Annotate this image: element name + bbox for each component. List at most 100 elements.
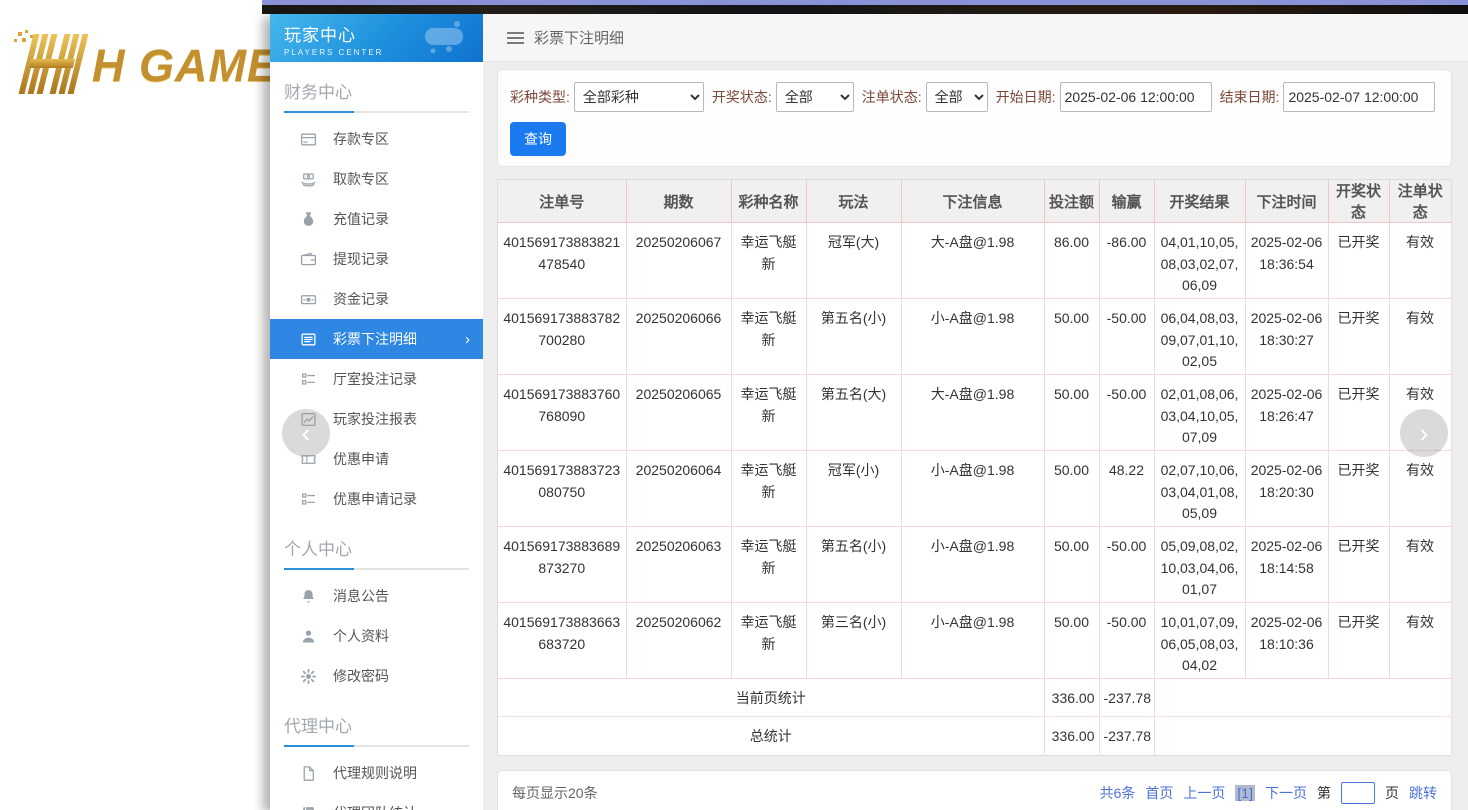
summary-row: 当前页统计336.00-237.78	[498, 679, 1451, 717]
sidebar-item-label: 取款专区	[333, 169, 389, 189]
table-cell: 20250206062	[626, 603, 731, 679]
jump-suffix: 页	[1385, 783, 1399, 803]
column-header: 彩种名称	[731, 180, 806, 223]
deposit-card-icon	[300, 131, 317, 148]
sidebar-item-label: 玩家投注报表	[333, 409, 417, 429]
table-cell: 小-A盘@1.98	[901, 527, 1044, 603]
table-cell: 大-A盘@1.98	[901, 375, 1044, 451]
start-date-input[interactable]	[1060, 82, 1212, 112]
topbar: 彩票下注明细	[483, 14, 1468, 62]
table-summary: 当前页统计336.00-237.78总统计336.00-237.78	[498, 679, 1451, 755]
sidebar-item[interactable]: 优惠申请记录	[270, 479, 483, 519]
draw-status-select[interactable]: 全部	[776, 82, 854, 112]
sidebar-item-label: 彩票下注明细	[333, 329, 417, 349]
sidebar-item-label: 代理规则说明	[333, 763, 417, 783]
sidebar-item[interactable]: 修改密码	[270, 656, 483, 696]
order-status-select[interactable]: 全部	[926, 82, 988, 112]
table-cell: 有效	[1389, 299, 1451, 375]
table-cell: 第五名(大)	[806, 375, 901, 451]
table-cell: 401569173883663683720	[498, 603, 626, 679]
sidebar-item[interactable]: 取款专区	[270, 159, 483, 199]
order-status-label: 注单状态:	[862, 87, 922, 107]
sidebar-item[interactable]: 代理规则说明	[270, 753, 483, 793]
table-cell: 小-A盘@1.98	[901, 451, 1044, 527]
sidebar-item[interactable]: 提现记录	[270, 239, 483, 279]
bet-table-card: 注单号期数彩种名称玩法下注信息投注额输赢开奖结果下注时间开奖状态注单状态 401…	[497, 179, 1452, 756]
book-icon	[300, 805, 317, 810]
table-cell: 冠军(大)	[806, 223, 901, 299]
section-divider	[284, 745, 469, 747]
menu-toggle-icon[interactable]	[507, 29, 524, 47]
sidebar-item[interactable]: 彩票下注明细›	[270, 319, 483, 359]
jump-prefix: 第	[1317, 783, 1331, 803]
table-cell: 50.00	[1044, 527, 1099, 603]
table-cell: -86.00	[1099, 223, 1154, 299]
current-page-indicator[interactable]: [1]	[1235, 785, 1255, 801]
total-count: 共6条	[1100, 783, 1136, 803]
table-cell: 第三名(小)	[806, 603, 901, 679]
table-row: 40156917388372308075020250206064幸运飞艇新冠军(…	[498, 451, 1451, 527]
table-cell: 2025-02-06 18:20:30	[1245, 451, 1328, 527]
table-cell: 第五名(小)	[806, 527, 901, 603]
table-cell: 48.22	[1099, 451, 1154, 527]
sidebar-item-label: 优惠申请记录	[333, 489, 417, 509]
table-cell: 有效	[1389, 223, 1451, 299]
sidebar-item[interactable]: 个人资料	[270, 616, 483, 656]
carousel-next-button[interactable]: ›	[1400, 409, 1448, 457]
lottery-type-label: 彩种类型:	[510, 87, 570, 107]
table-cell: 幸运飞艇新	[731, 375, 806, 451]
sidebar-item[interactable]: 代理团队统计	[270, 793, 483, 810]
table-cell: 50.00	[1044, 603, 1099, 679]
player-center-window: ‹ › 玩家中心 PLAYERS CENTER 财务中心存款专区取款专区充值记录…	[262, 0, 1468, 810]
start-date-label: 开始日期:	[996, 87, 1056, 107]
table-cell: 20250206065	[626, 375, 731, 451]
table-cell: 已开奖	[1328, 527, 1389, 603]
column-header: 期数	[626, 180, 731, 223]
table-cell: 20250206066	[626, 299, 731, 375]
sidebar-header: 玩家中心 PLAYERS CENTER	[270, 14, 483, 62]
table-row: 40156917388382147854020250206067幸运飞艇新冠军(…	[498, 223, 1451, 299]
end-date-label: 结束日期:	[1220, 87, 1280, 107]
sidebar-item-label: 消息公告	[333, 586, 389, 606]
sidebar-item[interactable]: 资金记录	[270, 279, 483, 319]
table-cell: 已开奖	[1328, 375, 1389, 451]
table-cell: 50.00	[1044, 375, 1099, 451]
table-cell: 401569173883782700280	[498, 299, 626, 375]
prev-page-link[interactable]: 上一页	[1183, 783, 1225, 803]
search-button[interactable]: 查询	[510, 122, 566, 156]
sidebar-section-title: 个人中心	[284, 535, 469, 560]
checklist-icon	[300, 371, 317, 388]
list-icon	[300, 331, 317, 348]
sidebar-section-title: 代理中心	[284, 712, 469, 737]
sidebar-item-label: 充值记录	[333, 209, 389, 229]
site-logo: H GAME	[12, 30, 278, 94]
sidebar-item[interactable]: 消息公告	[270, 576, 483, 616]
carousel-prev-button[interactable]: ‹	[282, 409, 330, 457]
table-cell: 10,01,07,09,06,05,08,03,04,02	[1154, 603, 1245, 679]
lottery-type-select[interactable]: 全部彩种	[574, 82, 704, 112]
table-cell: 50.00	[1044, 451, 1099, 527]
end-date-input[interactable]	[1283, 82, 1435, 112]
draw-status-label: 开奖状态:	[712, 87, 772, 107]
sidebar-item[interactable]: 存款专区	[270, 119, 483, 159]
summary-win-total: -237.78	[1099, 679, 1154, 717]
sidebar-item-label: 修改密码	[333, 666, 389, 686]
first-page-link[interactable]: 首页	[1145, 783, 1173, 803]
sidebar-item[interactable]: 厅室投注记录	[270, 359, 483, 399]
table-cell: 50.00	[1044, 299, 1099, 375]
table-cell: -50.00	[1099, 527, 1154, 603]
table-row: 40156917388378270028020250206066幸运飞艇新第五名…	[498, 299, 1451, 375]
table-cell: 第五名(小)	[806, 299, 901, 375]
jump-page-input[interactable]	[1341, 782, 1375, 804]
column-header: 投注额	[1044, 180, 1099, 223]
section-divider	[284, 111, 469, 113]
next-page-link[interactable]: 下一页	[1265, 783, 1307, 803]
sidebar-item[interactable]: 充值记录	[270, 199, 483, 239]
jump-button[interactable]: 跳转	[1409, 783, 1437, 803]
sidebar-item-label: 个人资料	[333, 626, 389, 646]
person-icon	[300, 628, 317, 645]
table-cell: 04,01,10,05,08,03,02,07,06,09	[1154, 223, 1245, 299]
column-header: 下注信息	[901, 180, 1044, 223]
bet-table: 注单号期数彩种名称玩法下注信息投注额输赢开奖结果下注时间开奖状态注单状态 401…	[498, 180, 1452, 755]
column-header: 输赢	[1099, 180, 1154, 223]
